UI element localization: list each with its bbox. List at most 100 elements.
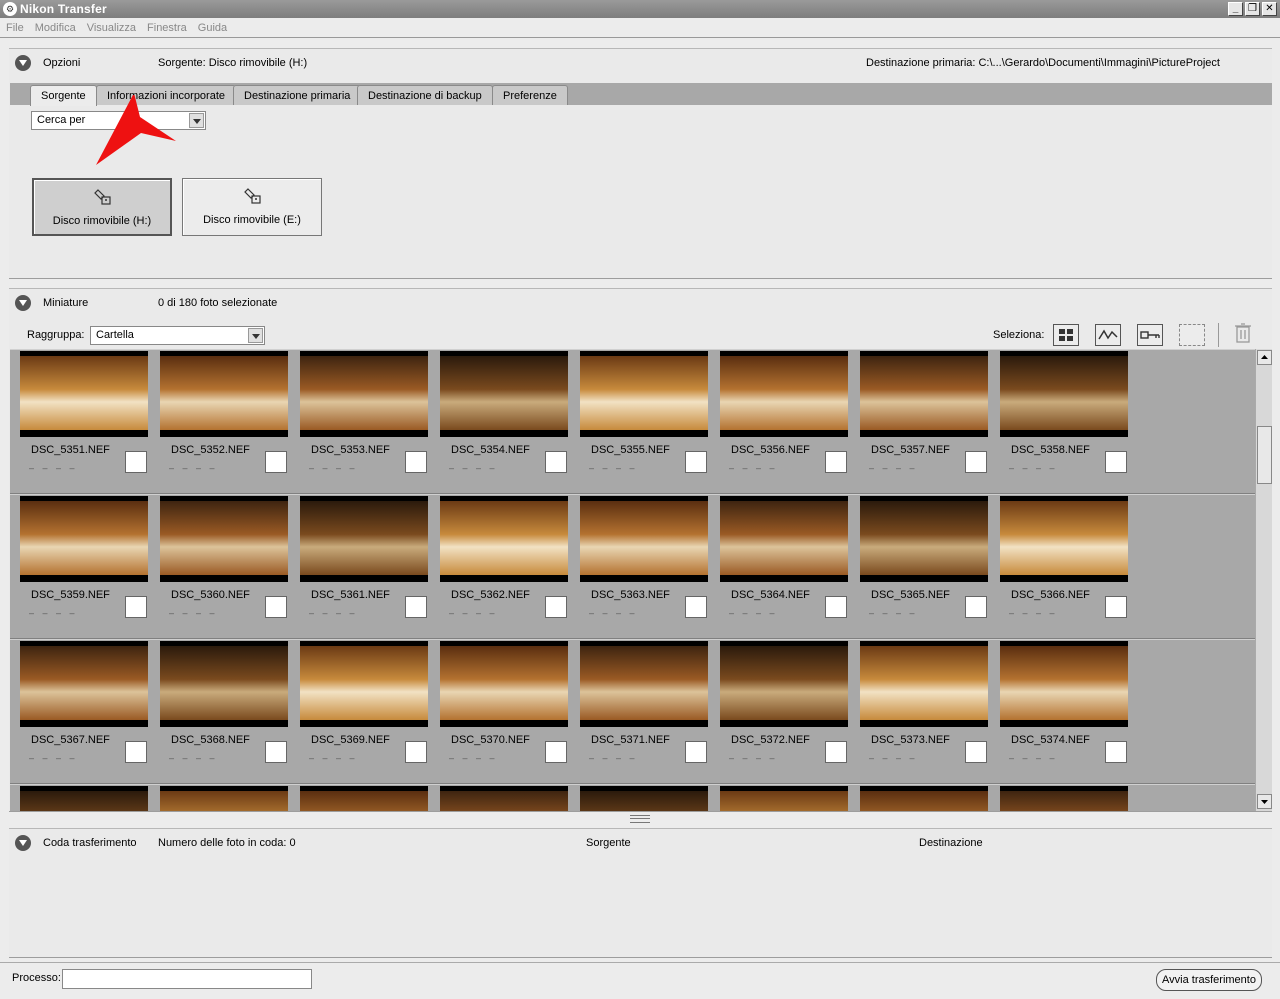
photo-select-checkbox[interactable]: [545, 451, 567, 473]
photo-thumbnail[interactable]: [300, 496, 428, 582]
thumbnail-item[interactable]: DSC_5374.NEF – – – –: [1000, 641, 1128, 779]
thumbnail-item[interactable]: DSC_5355.NEF – – – –: [580, 351, 708, 489]
thumbnail-item[interactable]: [1000, 786, 1128, 811]
tab-primary-destination[interactable]: Destinazione primaria: [233, 85, 362, 105]
photo-thumbnail[interactable]: [860, 496, 988, 582]
photo-thumbnail[interactable]: [300, 351, 428, 437]
drive-button-h[interactable]: Disco rimovibile (H:): [32, 178, 172, 236]
thumbnail-item[interactable]: [440, 786, 568, 811]
thumbnail-item[interactable]: [720, 786, 848, 811]
thumbnail-item[interactable]: DSC_5366.NEF – – – –: [1000, 496, 1128, 634]
photo-thumbnail[interactable]: [580, 351, 708, 437]
thumbnail-item[interactable]: DSC_5354.NEF – – – –: [440, 351, 568, 489]
photo-thumbnail[interactable]: [160, 786, 288, 811]
photo-select-checkbox[interactable]: [825, 596, 847, 618]
scroll-thumb[interactable]: [1257, 426, 1272, 484]
photo-thumbnail[interactable]: [20, 351, 148, 437]
thumbnail-item[interactable]: DSC_5367.NEF – – – –: [20, 641, 148, 779]
photo-thumbnail[interactable]: [20, 641, 148, 727]
photo-thumbnail[interactable]: [720, 641, 848, 727]
photo-select-checkbox[interactable]: [265, 596, 287, 618]
menu-window[interactable]: Finestra: [147, 22, 187, 34]
menu-file[interactable]: File: [6, 22, 24, 34]
photo-thumbnail[interactable]: [580, 786, 708, 811]
tab-preferences[interactable]: Preferenze: [492, 85, 568, 105]
photo-select-checkbox[interactable]: [265, 741, 287, 763]
close-button[interactable]: ✕: [1262, 2, 1277, 16]
photo-thumbnail[interactable]: [160, 351, 288, 437]
photo-thumbnail[interactable]: [860, 351, 988, 437]
thumbnail-item[interactable]: DSC_5362.NEF – – – –: [440, 496, 568, 634]
menu-help[interactable]: Guida: [198, 22, 227, 34]
scroll-down-button[interactable]: [1257, 794, 1272, 809]
thumbnail-item[interactable]: DSC_5360.NEF – – – –: [160, 496, 288, 634]
queue-collapse-icon[interactable]: [15, 835, 31, 851]
thumbnail-item[interactable]: [160, 786, 288, 811]
thumbnail-item[interactable]: DSC_5368.NEF – – – –: [160, 641, 288, 779]
thumbnail-item[interactable]: [20, 786, 148, 811]
thumbnail-item[interactable]: DSC_5370.NEF – – – –: [440, 641, 568, 779]
photo-select-checkbox[interactable]: [545, 741, 567, 763]
photo-thumbnail[interactable]: [1000, 641, 1128, 727]
photo-thumbnail[interactable]: [20, 496, 148, 582]
select-protected-button[interactable]: [1137, 323, 1163, 346]
photo-select-checkbox[interactable]: [405, 596, 427, 618]
photo-thumbnail[interactable]: [440, 641, 568, 727]
photo-select-checkbox[interactable]: [965, 741, 987, 763]
thumbnail-item[interactable]: [580, 786, 708, 811]
menu-edit[interactable]: Modifica: [35, 22, 76, 34]
tab-source[interactable]: Sorgente: [30, 85, 97, 106]
photo-thumbnail[interactable]: [580, 496, 708, 582]
start-transfer-button[interactable]: Avvia trasferimento: [1156, 969, 1262, 991]
photo-select-checkbox[interactable]: [965, 596, 987, 618]
photo-select-checkbox[interactable]: [1105, 451, 1127, 473]
thumbnail-item[interactable]: DSC_5351.NEF – – – –: [20, 351, 148, 489]
select-all-button[interactable]: [1053, 323, 1079, 346]
photo-select-checkbox[interactable]: [685, 741, 707, 763]
photo-select-checkbox[interactable]: [545, 596, 567, 618]
minimize-button[interactable]: _: [1228, 2, 1243, 16]
thumbnail-item[interactable]: DSC_5357.NEF – – – –: [860, 351, 988, 489]
drive-button-e[interactable]: Disco rimovibile (E:): [182, 178, 322, 236]
photo-thumbnail[interactable]: [860, 641, 988, 727]
scroll-up-button[interactable]: [1257, 350, 1272, 365]
photo-select-checkbox[interactable]: [125, 451, 147, 473]
photo-select-checkbox[interactable]: [825, 451, 847, 473]
photo-select-checkbox[interactable]: [685, 451, 707, 473]
photo-select-checkbox[interactable]: [1105, 741, 1127, 763]
photo-thumbnail[interactable]: [440, 496, 568, 582]
thumbnail-item[interactable]: [300, 786, 428, 811]
thumbnail-item[interactable]: DSC_5373.NEF – – – –: [860, 641, 988, 779]
thumbnail-item[interactable]: DSC_5353.NEF – – – –: [300, 351, 428, 489]
photo-thumbnail[interactable]: [440, 351, 568, 437]
photo-select-checkbox[interactable]: [405, 741, 427, 763]
thumbnail-item[interactable]: DSC_5356.NEF – – – –: [720, 351, 848, 489]
photo-thumbnail[interactable]: [300, 786, 428, 811]
select-new-button[interactable]: [1095, 323, 1121, 346]
thumbnails-collapse-icon[interactable]: [15, 295, 31, 311]
deselect-all-button[interactable]: [1179, 323, 1205, 346]
thumbnail-item[interactable]: DSC_5361.NEF – – – –: [300, 496, 428, 634]
photo-thumbnail[interactable]: [1000, 351, 1128, 437]
thumbnail-item[interactable]: DSC_5369.NEF – – – –: [300, 641, 428, 779]
photo-thumbnail[interactable]: [440, 786, 568, 811]
thumbnail-item[interactable]: DSC_5372.NEF – – – –: [720, 641, 848, 779]
group-by-select[interactable]: Cartella: [90, 326, 265, 345]
photo-thumbnail[interactable]: [300, 641, 428, 727]
thumbnail-item[interactable]: [860, 786, 988, 811]
thumbnail-item[interactable]: DSC_5363.NEF – – – –: [580, 496, 708, 634]
thumbnail-scrollbar[interactable]: [1255, 349, 1272, 811]
photo-thumbnail[interactable]: [860, 786, 988, 811]
thumbnail-item[interactable]: DSC_5371.NEF – – – –: [580, 641, 708, 779]
thumbnail-item[interactable]: DSC_5364.NEF – – – –: [720, 496, 848, 634]
photo-select-checkbox[interactable]: [1105, 596, 1127, 618]
photo-thumbnail[interactable]: [160, 641, 288, 727]
photo-select-checkbox[interactable]: [405, 451, 427, 473]
delete-button[interactable]: [1233, 322, 1253, 347]
menu-view[interactable]: Visualizza: [87, 22, 136, 34]
photo-select-checkbox[interactable]: [125, 741, 147, 763]
photo-select-checkbox[interactable]: [825, 741, 847, 763]
options-collapse-icon[interactable]: [15, 55, 31, 71]
photo-select-checkbox[interactable]: [265, 451, 287, 473]
thumbnail-item[interactable]: DSC_5358.NEF – – – –: [1000, 351, 1128, 489]
